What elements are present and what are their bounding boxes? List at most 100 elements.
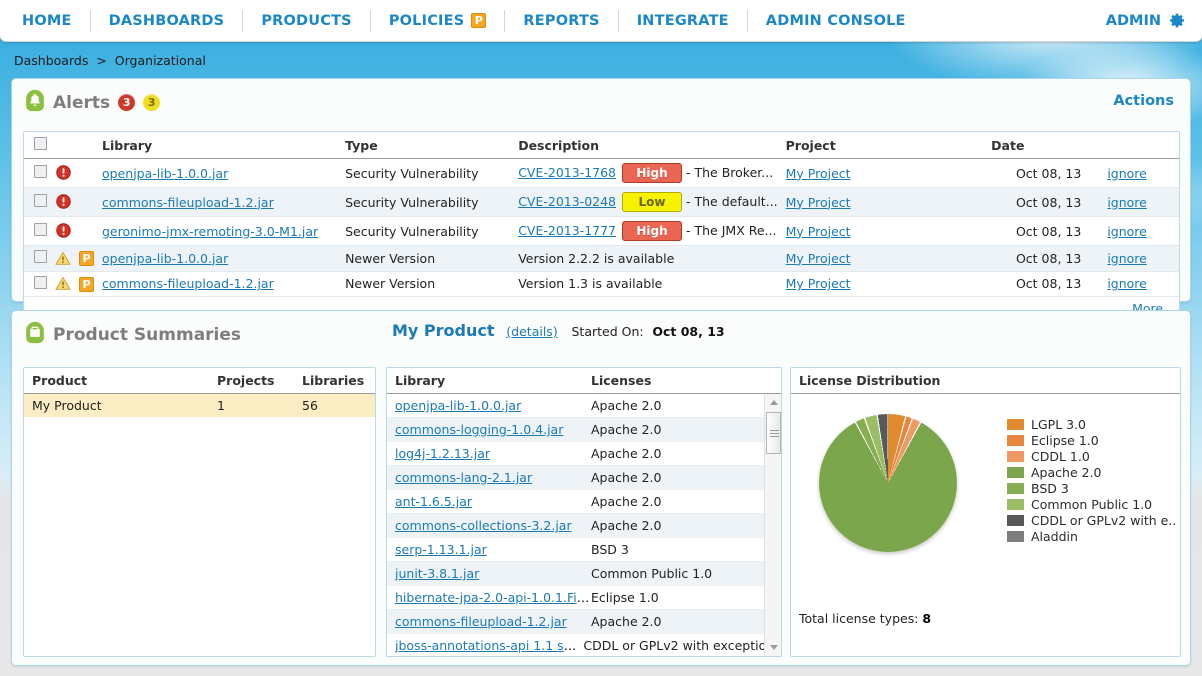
scroll-up-button[interactable] — [765, 394, 781, 411]
project-link[interactable]: My Project — [786, 166, 851, 181]
library-list[interactable]: openjpa-lib-1.0.0.jar Apache 2.0 commons-l… — [387, 394, 781, 656]
cve-link[interactable]: CVE-2013-0248 — [518, 194, 616, 209]
severity-badge: Low — [622, 192, 683, 212]
row-checkbox[interactable] — [34, 250, 47, 264]
breadcrumb-root[interactable]: Dashboards — [14, 53, 88, 68]
scrollbar-thumb[interactable] — [766, 412, 781, 454]
col-product: Product — [24, 368, 209, 394]
library-link[interactable]: geronimo-jmx-remoting-3.0-M1.jar — [102, 224, 318, 239]
ignore-link[interactable]: ignore — [1107, 195, 1147, 210]
nav-item-label: REPORTS — [523, 12, 600, 29]
legend-item: LGPL 3.0 — [1007, 416, 1176, 432]
library-link[interactable]: log4j-1.2.13.jar — [395, 446, 490, 461]
project-link[interactable]: My Project — [786, 224, 851, 239]
nav-item-products[interactable]: PRODUCTS — [243, 9, 371, 32]
alerts-title: Alerts — [53, 92, 111, 113]
actions-link[interactable]: Actions — [1113, 93, 1174, 109]
pie-chart — [819, 414, 957, 552]
library-table-header-row: Library Licenses — [387, 368, 781, 394]
library-row: openjpa-lib-1.0.0.jar Apache 2.0 — [387, 394, 781, 418]
select-all-checkbox[interactable] — [34, 137, 47, 150]
row-checkbox[interactable] — [34, 165, 47, 178]
library-link[interactable]: serp-1.13.1.jar — [395, 542, 487, 557]
row-checkbox[interactable] — [34, 275, 47, 289]
product-row[interactable]: My Product 1 56 — [24, 393, 375, 417]
library-link[interactable]: openjpa-lib-1.0.0.jar — [395, 398, 521, 413]
library-link[interactable]: commons-logging-1.0.4.jar — [395, 422, 563, 437]
col-projects: Projects — [209, 368, 294, 394]
error-icon — [55, 194, 71, 210]
gear-icon[interactable] — [1169, 12, 1186, 29]
policy-badge-icon: P — [79, 276, 94, 292]
nav-item-home[interactable]: HOME — [4, 9, 91, 32]
alert-type: Newer Version — [341, 271, 515, 297]
col-licenses: Licenses — [591, 373, 652, 388]
alert-row: commons-fileupload-1.2.jar Security Vulne… — [24, 187, 1179, 217]
library-link[interactable]: jboss-annotations-api 1.1 spec... — [395, 638, 583, 653]
license-name: Apache 2.0 — [591, 470, 662, 485]
breadcrumb-current: Organizational — [114, 53, 206, 68]
alert-date: Oct 08, 13 — [987, 158, 1104, 188]
col-libraries: Libraries — [294, 368, 375, 394]
ignore-link[interactable]: ignore — [1107, 276, 1147, 291]
alerts-table-container: Library Type Description Project Date op… — [23, 131, 1180, 322]
row-checkbox[interactable] — [34, 194, 47, 207]
library-row: commons-fileupload-1.2.jar Apache 2.0 — [387, 610, 781, 634]
nav-item-reports[interactable]: REPORTS — [505, 9, 619, 32]
library-link[interactable]: commons-fileupload-1.2.jar — [395, 614, 567, 629]
started-on-label: Started On: — [571, 324, 644, 339]
warning-icon — [55, 251, 71, 267]
severity-badge: High — [622, 221, 683, 241]
legend-swatch — [1007, 434, 1024, 446]
total-license-value: 8 — [922, 611, 932, 626]
admin-menu[interactable]: ADMIN — [1106, 12, 1202, 29]
legend-label: CDDL or GPLv2 with e.. — [1031, 512, 1177, 528]
legend-swatch — [1007, 450, 1024, 462]
cve-link[interactable]: CVE-2013-1777 — [518, 223, 616, 238]
legend-item: BSD 3 — [1007, 480, 1176, 496]
library-link[interactable]: hibernate-jpa-2.0-api-1.0.1.Fin... — [395, 590, 591, 605]
product-details-link[interactable]: (details) — [506, 324, 557, 339]
top-navigation-bar: HOME DASHBOARDS PRODUCTS POLICIES P REPORTS IN… — [0, 0, 1202, 42]
cve-link[interactable]: CVE-2013-1768 — [518, 165, 616, 180]
scroll-down-button[interactable] — [765, 639, 781, 656]
row-checkbox[interactable] — [34, 223, 47, 236]
legend-item: Eclipse 1.0 — [1007, 432, 1176, 448]
alert-description: CVE-2013-0248 Low - The default... — [514, 187, 782, 217]
description-snippet: Version 1.3 is available — [518, 276, 663, 292]
chart-legend: LGPL 3.0 Eclipse 1.0 CDDL 1.0 Apache 2.0 BSD… — [1007, 416, 1176, 544]
alert-type: Security Vulnerability — [341, 187, 515, 217]
legend-label: BSD 3 — [1031, 480, 1069, 496]
library-link[interactable]: commons-lang-2.1.jar — [395, 470, 532, 485]
nav-items: HOME DASHBOARDS PRODUCTS POLICIES P REPORTS IN… — [0, 0, 924, 42]
ignore-link[interactable]: ignore — [1107, 166, 1147, 181]
started-on-date: Oct 08, 13 — [652, 324, 725, 339]
license-name: Apache 2.0 — [591, 518, 662, 533]
library-link[interactable]: commons-fileupload-1.2.jar — [102, 195, 274, 210]
library-link[interactable]: openjpa-lib-1.0.0.jar — [102, 166, 228, 181]
nav-item-admin-console[interactable]: ADMIN CONSOLE — [748, 10, 924, 32]
nav-item-policies[interactable]: POLICIES P — [371, 9, 506, 32]
library-link[interactable]: openjpa-lib-1.0.0.jar — [102, 251, 228, 266]
project-link[interactable]: My Project — [786, 276, 851, 291]
nav-item-dashboards[interactable]: DASHBOARDS — [91, 9, 244, 32]
ignore-link[interactable]: ignore — [1107, 251, 1147, 266]
nav-item-integrate[interactable]: INTEGRATE — [619, 9, 748, 32]
license-name: BSD 3 — [591, 542, 629, 557]
library-row: hibernate-jpa-2.0-api-1.0.1.Fin... Eclips… — [387, 586, 781, 610]
nav-item-label: PRODUCTS — [261, 12, 352, 29]
library-link[interactable]: commons-collections-3.2.jar — [395, 518, 572, 533]
alerts-panel: Alerts 3 3 Actions Library Type Descript… — [11, 78, 1191, 322]
ignore-link[interactable]: ignore — [1107, 224, 1147, 239]
legend-label: LGPL 3.0 — [1031, 416, 1087, 432]
library-link[interactable]: commons-fileupload-1.2.jar — [102, 276, 274, 291]
project-link[interactable]: My Project — [786, 195, 851, 210]
library-link[interactable]: ant-1.6.5.jar — [395, 494, 472, 509]
legend-swatch — [1007, 498, 1024, 510]
project-link[interactable]: My Project — [786, 251, 851, 266]
library-list-scrollbar[interactable] — [764, 394, 781, 656]
library-link[interactable]: junit-3.8.1.jar — [395, 566, 479, 581]
product-header: My Product (details) Started On: Oct 08,… — [392, 321, 812, 340]
license-name: Common Public 1.0 — [591, 566, 713, 581]
breadcrumb-separator: > — [96, 53, 107, 68]
